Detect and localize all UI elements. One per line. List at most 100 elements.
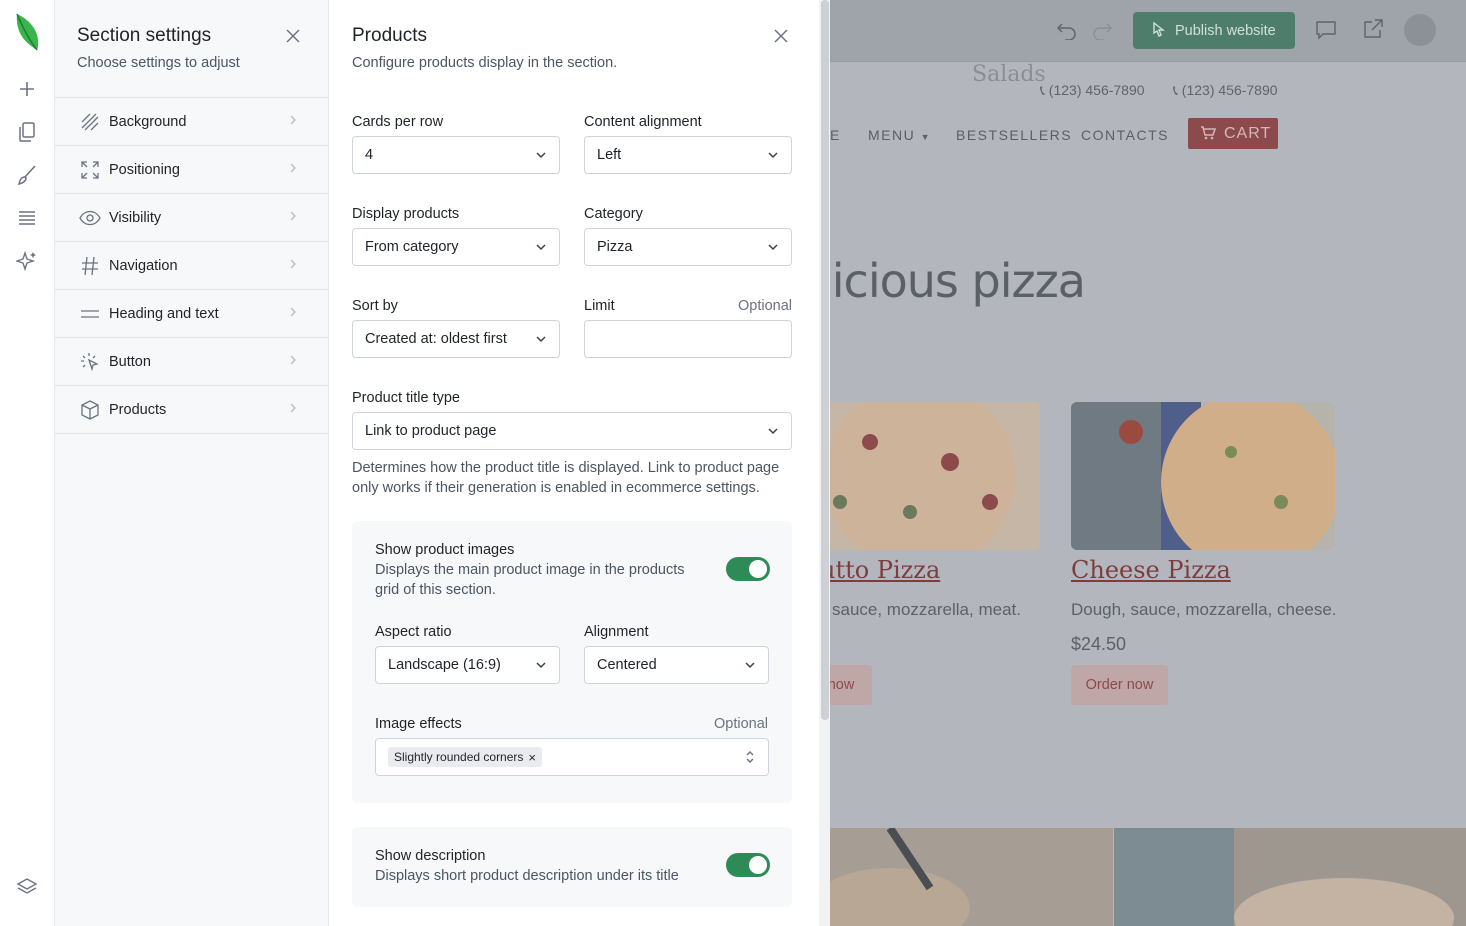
product-description: Dough, sauce, mozzarella, cheese. bbox=[1071, 600, 1337, 619]
settings-item-label: Visibility bbox=[109, 209, 162, 226]
toggle-knob bbox=[749, 560, 767, 578]
phone-text: (123) 456-7890 bbox=[1181, 82, 1278, 98]
alignment-label: Alignment bbox=[584, 624, 649, 640]
show-description-toggle[interactable] bbox=[726, 853, 770, 877]
settings-item-navigation[interactable]: Navigation bbox=[55, 242, 329, 290]
settings-item-heading-text[interactable]: Heading and text bbox=[55, 290, 329, 338]
scrollbar-thumb[interactable] bbox=[821, 0, 829, 720]
sections-icon[interactable] bbox=[14, 205, 40, 231]
gallery-image bbox=[1114, 828, 1466, 926]
alignment-select[interactable]: Centered bbox=[584, 646, 769, 684]
limit-input[interactable] bbox=[584, 320, 792, 358]
product-images-card: Show product images Displays the main pr… bbox=[352, 521, 792, 803]
sort-by-select[interactable]: Created at: oldest first bbox=[352, 320, 560, 358]
products-panel-subtitle: Configure products display in the sectio… bbox=[352, 55, 618, 71]
website-preview: Publish website Salads 📞︎ (123) 456-7890… bbox=[830, 0, 1466, 926]
publish-label: Publish website bbox=[1175, 22, 1276, 39]
chevron-right-icon bbox=[287, 257, 299, 275]
product-title-link[interactable]: Cheese Pizza bbox=[1071, 556, 1231, 584]
image-effects-multiselect[interactable]: Slightly rounded corners × bbox=[375, 738, 769, 776]
limit-optional-hint: Optional bbox=[738, 298, 793, 314]
redo-icon[interactable] bbox=[1091, 20, 1113, 45]
cursor-click-icon bbox=[79, 351, 101, 373]
nav-salads[interactable]: Salads bbox=[972, 62, 1046, 87]
publish-cursor-icon bbox=[1149, 21, 1167, 43]
open-external-icon[interactable] bbox=[1362, 18, 1384, 45]
select-value: Left bbox=[597, 147, 622, 163]
left-rail bbox=[0, 0, 55, 926]
title-type-select[interactable]: Link to product page bbox=[352, 412, 792, 450]
settings-item-button[interactable]: Button bbox=[55, 338, 329, 386]
settings-item-label: Button bbox=[109, 353, 151, 370]
cards-per-row-select[interactable]: 4 bbox=[352, 136, 560, 174]
chevron-right-icon bbox=[287, 353, 299, 371]
undo-icon[interactable] bbox=[1056, 20, 1078, 45]
sort-by-label: Sort by bbox=[352, 298, 398, 314]
display-products-select[interactable]: From category bbox=[352, 228, 560, 266]
settings-item-visibility[interactable]: Visibility bbox=[55, 194, 329, 242]
content-alignment-select[interactable]: Left bbox=[584, 136, 792, 174]
show-images-title: Show product images bbox=[375, 542, 515, 558]
background-hatch-icon bbox=[79, 111, 101, 133]
select-value: Landscape (16:9) bbox=[388, 657, 501, 673]
settings-item-positioning[interactable]: Positioning bbox=[55, 146, 329, 194]
chevron-down-icon bbox=[767, 149, 779, 161]
settings-item-label: Background bbox=[109, 113, 187, 130]
brush-icon[interactable] bbox=[14, 162, 40, 188]
image-effects-label: Image effects bbox=[375, 716, 462, 732]
logo-leaf-icon[interactable] bbox=[13, 12, 41, 52]
limit-label: Limit bbox=[584, 298, 615, 314]
select-value: Pizza bbox=[597, 239, 633, 255]
editor-topbar: Publish website bbox=[830, 0, 1466, 62]
effect-tag: Slightly rounded corners × bbox=[388, 747, 542, 767]
pages-icon[interactable] bbox=[14, 119, 40, 145]
show-images-toggle[interactable] bbox=[726, 557, 770, 581]
chevron-down-icon bbox=[767, 425, 779, 437]
show-description-card: Show description Displays short product … bbox=[352, 827, 792, 907]
phone-text: (123) 456-7890 bbox=[1048, 82, 1145, 98]
category-select[interactable]: Pizza bbox=[584, 228, 792, 266]
products-panel-title: Products bbox=[352, 25, 427, 46]
show-description-title: Show description bbox=[375, 848, 486, 864]
close-icon[interactable] bbox=[771, 26, 791, 46]
order-now-button[interactable]: Order now bbox=[1071, 665, 1168, 705]
box-icon bbox=[79, 399, 101, 421]
phone-number: 📞︎ (123) 456-7890 bbox=[1173, 82, 1278, 99]
comment-icon[interactable] bbox=[1315, 20, 1337, 45]
phone-icon: 📞︎ bbox=[1040, 82, 1045, 98]
title-type-help-line2: only works if their generation is enable… bbox=[352, 480, 760, 496]
caret-down-icon: ▼ bbox=[920, 132, 932, 142]
chevron-down-icon bbox=[535, 241, 547, 253]
tag-remove-icon[interactable]: × bbox=[528, 750, 536, 765]
nav-item-menu[interactable]: MENU ▼ bbox=[868, 127, 931, 143]
order-now-button[interactable]: now bbox=[830, 665, 872, 705]
show-images-desc-line1: Displays the main product image in the p… bbox=[375, 562, 685, 578]
settings-item-products[interactable]: Products bbox=[55, 386, 329, 434]
select-value: Centered bbox=[597, 657, 657, 673]
layers-icon[interactable] bbox=[14, 874, 40, 900]
nav-item-home[interactable]: E bbox=[830, 127, 841, 143]
nav-item-bestsellers[interactable]: BESTSELLERS bbox=[956, 127, 1072, 143]
cart-button[interactable]: CART bbox=[1188, 118, 1278, 149]
display-products-label: Display products bbox=[352, 206, 460, 222]
product-image[interactable] bbox=[1071, 402, 1335, 550]
aspect-ratio-label: Aspect ratio bbox=[375, 624, 452, 640]
title-type-label: Product title type bbox=[352, 390, 460, 406]
settings-item-background[interactable]: Background bbox=[55, 98, 329, 146]
avatar[interactable] bbox=[1404, 14, 1436, 46]
select-value: Link to product page bbox=[365, 423, 497, 439]
product-title-link[interactable]: utto Pizza bbox=[830, 556, 940, 584]
title-type-help-line1: Determines how the product title is disp… bbox=[352, 460, 780, 476]
image-effects-optional-hint: Optional bbox=[714, 716, 769, 732]
close-icon[interactable] bbox=[283, 26, 303, 46]
ai-sparkle-icon[interactable] bbox=[14, 248, 40, 274]
publish-website-button[interactable]: Publish website bbox=[1133, 12, 1295, 49]
section-settings-subtitle: Choose settings to adjust bbox=[77, 55, 240, 71]
aspect-ratio-select[interactable]: Landscape (16:9) bbox=[375, 646, 560, 684]
settings-item-label: Products bbox=[109, 401, 167, 418]
cart-label: CART bbox=[1224, 124, 1272, 142]
nav-item-contacts[interactable]: CONTACTS bbox=[1081, 127, 1169, 143]
add-icon[interactable] bbox=[14, 76, 40, 102]
product-image[interactable] bbox=[830, 402, 1040, 550]
content-alignment-label: Content alignment bbox=[584, 114, 702, 130]
